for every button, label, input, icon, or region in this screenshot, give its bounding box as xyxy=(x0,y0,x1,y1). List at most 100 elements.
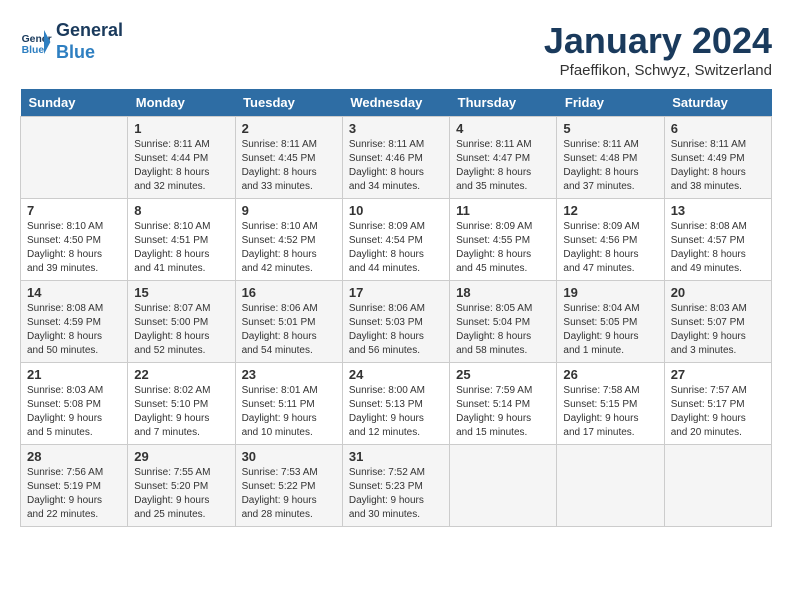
day-number: 20 xyxy=(671,285,765,300)
day-info: Sunrise: 7:55 AMSunset: 5:20 PMDaylight:… xyxy=(134,466,228,522)
week-row-1: 1 Sunrise: 8:11 AMSunset: 4:44 PMDaylight… xyxy=(21,117,772,199)
day-number: 21 xyxy=(27,367,121,382)
day-number: 23 xyxy=(242,367,336,382)
day-number: 28 xyxy=(27,449,121,464)
day-cell: 6 Sunrise: 8:11 AMSunset: 4:49 PMDaylight… xyxy=(664,117,771,199)
day-info: Sunrise: 8:11 AMSunset: 4:45 PMDaylight:… xyxy=(242,138,336,194)
day-number: 13 xyxy=(671,203,765,218)
logo: General Blue General Blue xyxy=(20,20,123,63)
day-info: Sunrise: 8:09 AMSunset: 4:55 PMDaylight:… xyxy=(456,220,550,276)
day-cell: 27 Sunrise: 7:57 AMSunset: 5:17 PMDayligh… xyxy=(664,363,771,445)
day-cell xyxy=(21,117,128,199)
day-number: 29 xyxy=(134,449,228,464)
day-info: Sunrise: 8:10 AMSunset: 4:50 PMDaylight:… xyxy=(27,220,121,276)
day-number: 22 xyxy=(134,367,228,382)
day-number: 7 xyxy=(27,203,121,218)
day-cell xyxy=(557,445,664,527)
day-info: Sunrise: 7:53 AMSunset: 5:22 PMDaylight:… xyxy=(242,466,336,522)
day-cell: 2 Sunrise: 8:11 AMSunset: 4:45 PMDaylight… xyxy=(235,117,342,199)
day-cell: 10 Sunrise: 8:09 AMSunset: 4:54 PMDayligh… xyxy=(342,199,449,281)
day-cell: 7 Sunrise: 8:10 AMSunset: 4:50 PMDaylight… xyxy=(21,199,128,281)
day-number: 10 xyxy=(349,203,443,218)
day-info: Sunrise: 7:56 AMSunset: 5:19 PMDaylight:… xyxy=(27,466,121,522)
day-number: 16 xyxy=(242,285,336,300)
logo-icon: General Blue xyxy=(20,26,52,58)
day-header-saturday: Saturday xyxy=(664,89,771,117)
day-cell: 22 Sunrise: 8:02 AMSunset: 5:10 PMDayligh… xyxy=(128,363,235,445)
day-cell xyxy=(664,445,771,527)
day-info: Sunrise: 8:04 AMSunset: 5:05 PMDaylight:… xyxy=(563,302,657,358)
week-row-4: 21 Sunrise: 8:03 AMSunset: 5:08 PMDayligh… xyxy=(21,363,772,445)
day-number: 11 xyxy=(456,203,550,218)
day-info: Sunrise: 8:07 AMSunset: 5:00 PMDaylight:… xyxy=(134,302,228,358)
day-cell: 3 Sunrise: 8:11 AMSunset: 4:46 PMDaylight… xyxy=(342,117,449,199)
day-info: Sunrise: 8:11 AMSunset: 4:47 PMDaylight:… xyxy=(456,138,550,194)
day-cell: 12Sunrise: 8:09 AMSunset: 4:56 PMDayligh… xyxy=(557,199,664,281)
day-info: Sunrise: 8:00 AMSunset: 5:13 PMDaylight:… xyxy=(349,384,443,440)
day-cell: 14 Sunrise: 8:08 AMSunset: 4:59 PMDayligh… xyxy=(21,281,128,363)
day-cell: 8 Sunrise: 8:10 AMSunset: 4:51 PMDaylight… xyxy=(128,199,235,281)
day-number: 18 xyxy=(456,285,550,300)
day-cell: 20 Sunrise: 8:03 AMSunset: 5:07 PMDayligh… xyxy=(664,281,771,363)
month-title: January 2024 xyxy=(544,20,772,62)
day-header-monday: Monday xyxy=(128,89,235,117)
svg-text:Blue: Blue xyxy=(22,45,45,56)
day-info: Sunrise: 8:05 AMSunset: 5:04 PMDaylight:… xyxy=(456,302,550,358)
day-cell: 1 Sunrise: 8:11 AMSunset: 4:44 PMDaylight… xyxy=(128,117,235,199)
day-cell: 16 Sunrise: 8:06 AMSunset: 5:01 PMDayligh… xyxy=(235,281,342,363)
day-header-friday: Friday xyxy=(557,89,664,117)
day-header-wednesday: Wednesday xyxy=(342,89,449,117)
day-info: Sunrise: 8:03 AMSunset: 5:08 PMDaylight:… xyxy=(27,384,121,440)
day-info: Sunrise: 8:01 AMSunset: 5:11 PMDaylight:… xyxy=(242,384,336,440)
day-info: Sunrise: 8:02 AMSunset: 5:10 PMDaylight:… xyxy=(134,384,228,440)
day-info: Sunrise: 8:08 AMSunset: 4:57 PMDaylight:… xyxy=(671,220,765,276)
day-cell: 23 Sunrise: 8:01 AMSunset: 5:11 PMDayligh… xyxy=(235,363,342,445)
day-info: Sunrise: 8:11 AMSunset: 4:49 PMDaylight:… xyxy=(671,138,765,194)
day-cell: 11 Sunrise: 8:09 AMSunset: 4:55 PMDayligh… xyxy=(450,199,557,281)
day-number: 3 xyxy=(349,121,443,136)
day-info: Sunrise: 8:10 AMSunset: 4:51 PMDaylight:… xyxy=(134,220,228,276)
day-number: 31 xyxy=(349,449,443,464)
day-info: Sunrise: 7:58 AMSunset: 5:15 PMDaylight:… xyxy=(563,384,657,440)
day-info: Sunrise: 7:59 AMSunset: 5:14 PMDaylight:… xyxy=(456,384,550,440)
day-info: Sunrise: 8:06 AMSunset: 5:01 PMDaylight:… xyxy=(242,302,336,358)
day-cell: 19Sunrise: 8:04 AMSunset: 5:05 PMDayligh… xyxy=(557,281,664,363)
day-cell: 5Sunrise: 8:11 AMSunset: 4:48 PMDaylight… xyxy=(557,117,664,199)
logo-general: General xyxy=(56,20,123,42)
day-cell: 24 Sunrise: 8:00 AMSunset: 5:13 PMDayligh… xyxy=(342,363,449,445)
day-cell: 30 Sunrise: 7:53 AMSunset: 5:22 PMDayligh… xyxy=(235,445,342,527)
day-number: 12 xyxy=(563,203,657,218)
day-info: Sunrise: 8:11 AMSunset: 4:44 PMDaylight:… xyxy=(134,138,228,194)
day-info: Sunrise: 8:09 AMSunset: 4:54 PMDaylight:… xyxy=(349,220,443,276)
day-info: Sunrise: 8:08 AMSunset: 4:59 PMDaylight:… xyxy=(27,302,121,358)
day-info: Sunrise: 8:11 AMSunset: 4:48 PMDaylight:… xyxy=(563,138,657,194)
day-number: 2 xyxy=(242,121,336,136)
day-cell: 17 Sunrise: 8:06 AMSunset: 5:03 PMDayligh… xyxy=(342,281,449,363)
day-number: 26 xyxy=(563,367,657,382)
day-number: 8 xyxy=(134,203,228,218)
location-subtitle: Pfaeffikon, Schwyz, Switzerland xyxy=(544,62,772,79)
day-info: Sunrise: 7:57 AMSunset: 5:17 PMDaylight:… xyxy=(671,384,765,440)
week-row-2: 7 Sunrise: 8:10 AMSunset: 4:50 PMDaylight… xyxy=(21,199,772,281)
day-header-sunday: Sunday xyxy=(21,89,128,117)
day-number: 6 xyxy=(671,121,765,136)
day-info: Sunrise: 8:03 AMSunset: 5:07 PMDaylight:… xyxy=(671,302,765,358)
day-number: 24 xyxy=(349,367,443,382)
day-number: 17 xyxy=(349,285,443,300)
day-number: 25 xyxy=(456,367,550,382)
day-info: Sunrise: 8:11 AMSunset: 4:46 PMDaylight:… xyxy=(349,138,443,194)
day-header-thursday: Thursday xyxy=(450,89,557,117)
day-number: 14 xyxy=(27,285,121,300)
day-info: Sunrise: 8:06 AMSunset: 5:03 PMDaylight:… xyxy=(349,302,443,358)
title-block: January 2024 Pfaeffikon, Schwyz, Switzer… xyxy=(544,20,772,79)
day-header-tuesday: Tuesday xyxy=(235,89,342,117)
day-number: 30 xyxy=(242,449,336,464)
day-number: 1 xyxy=(134,121,228,136)
day-cell: 9Sunrise: 8:10 AMSunset: 4:52 PMDaylight… xyxy=(235,199,342,281)
day-cell: 31Sunrise: 7:52 AMSunset: 5:23 PMDayligh… xyxy=(342,445,449,527)
week-row-5: 28 Sunrise: 7:56 AMSunset: 5:19 PMDayligh… xyxy=(21,445,772,527)
day-cell: 13 Sunrise: 8:08 AMSunset: 4:57 PMDayligh… xyxy=(664,199,771,281)
day-cell: 15Sunrise: 8:07 AMSunset: 5:00 PMDayligh… xyxy=(128,281,235,363)
day-number: 9 xyxy=(242,203,336,218)
day-number: 27 xyxy=(671,367,765,382)
